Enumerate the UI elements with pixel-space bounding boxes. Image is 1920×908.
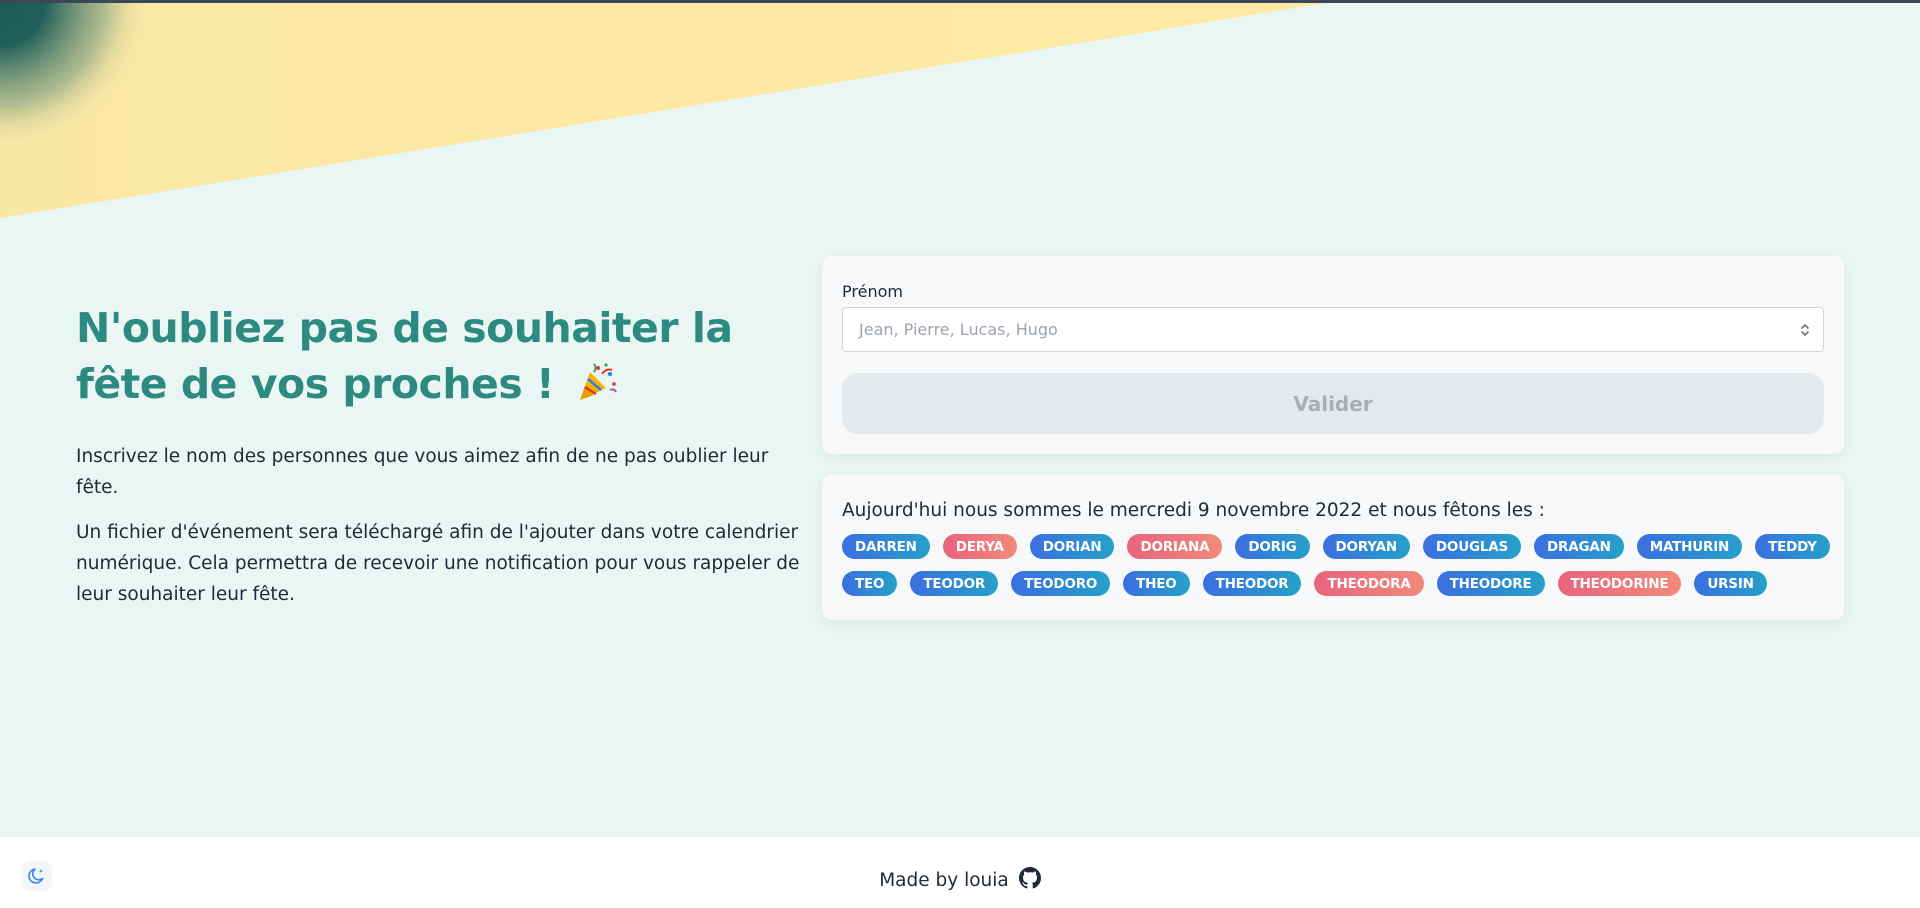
firstname-select[interactable]: Jean, Pierre, Lucas, Hugo: [842, 307, 1824, 352]
name-tag: TEODOR: [910, 571, 999, 596]
name-tag: TEDDY: [1755, 534, 1830, 559]
name-tag: THEODORE: [1436, 571, 1545, 596]
name-tag: THEODOR: [1202, 571, 1302, 596]
name-tag: THEODORINE: [1557, 571, 1682, 596]
github-icon: [1018, 867, 1041, 889]
top-border: [0, 0, 1920, 3]
page-title-text: N'oubliez pas de souhaiter la fête de vo…: [76, 304, 733, 408]
name-tag: DRAGAN: [1534, 534, 1624, 559]
name-tag: DORIAN: [1029, 534, 1115, 559]
name-tag: THEO: [1123, 571, 1190, 596]
name-tag: DORYAN: [1322, 534, 1410, 559]
party-popper-icon: [576, 360, 618, 416]
name-tag: DERYA: [942, 534, 1017, 559]
firstname-label: Prénom: [842, 282, 903, 301]
footer: Made by louia: [0, 836, 1920, 908]
today-text: Aujourd'hui nous sommes le mercredi 9 no…: [842, 500, 1545, 521]
name-tag: DARREN: [842, 534, 930, 559]
hero-section: N'oubliez pas de souhaiter la fête de vo…: [76, 300, 806, 610]
name-tag: THEODORA: [1314, 571, 1424, 596]
name-tag: DORIG: [1235, 534, 1310, 559]
decorative-banner: [0, 0, 1345, 218]
name-tags-list: DARREN DERYA DORIAN DORIANA DORIG DORYAN DOUGL…: [842, 534, 1832, 596]
firstname-placeholder: Jean, Pierre, Lucas, Hugo: [859, 320, 1058, 339]
chevron-up-down-icon: [1801, 324, 1809, 336]
name-tag: URSIN: [1694, 571, 1767, 596]
name-tag: DOUGLAS: [1422, 534, 1522, 559]
submit-button[interactable]: Valider: [842, 373, 1824, 434]
made-by-text: Made by louia: [879, 870, 1009, 891]
github-link[interactable]: [1018, 867, 1041, 894]
name-tag: MATHURIN: [1636, 534, 1743, 559]
name-tag: TEO: [842, 571, 898, 596]
name-tag: TEODORO: [1011, 571, 1111, 596]
today-names-card: Aujourd'hui nous sommes le mercredi 9 no…: [822, 474, 1844, 620]
intro-text: Inscrivez le nom des personnes que vous …: [76, 446, 769, 498]
name-form-card: Prénom Jean, Pierre, Lucas, Hugo Valider: [822, 256, 1844, 454]
made-by: Made by louia: [0, 867, 1920, 894]
page-title: N'oubliez pas de souhaiter la fête de vo…: [76, 300, 806, 416]
description-text: Un fichier d'événement sera téléchargé a…: [76, 522, 800, 605]
name-tag: DORIANA: [1127, 534, 1223, 559]
